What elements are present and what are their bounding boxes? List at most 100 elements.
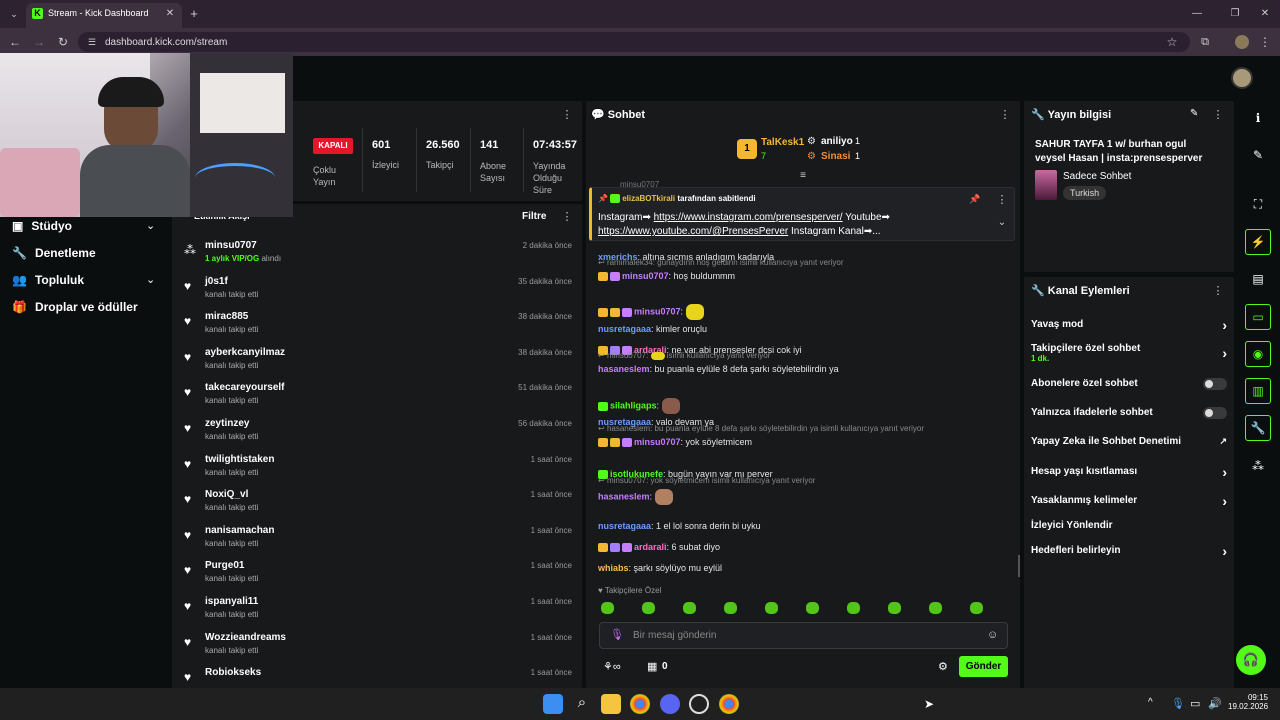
chat-message[interactable]: minsu0707: yok söyletmicem xyxy=(598,437,1014,448)
activity-menu-icon[interactable]: ⋮ xyxy=(562,210,573,223)
close-window-icon[interactable]: ✕ xyxy=(1258,6,1272,20)
site-info-icon[interactable]: ☰ xyxy=(86,36,98,48)
account-age-row[interactable]: Hesap yaşı kısıtlaması › xyxy=(1031,464,1227,480)
clock[interactable]: 09:15 19.02.2026 xyxy=(1228,693,1268,711)
chat-message[interactable]: ardarali: 6 subat diyo xyxy=(598,542,1014,553)
chevron-down-icon[interactable]: ⌄ xyxy=(146,219,155,232)
browser-menu-icon[interactable]: ⋮ xyxy=(1258,35,1272,49)
ai-moderation-row[interactable]: Yapay Zeka ile Sohbet Denetimi ↗ xyxy=(1031,436,1227,447)
chrome-icon[interactable] xyxy=(630,694,650,714)
chat-username[interactable]: silahligaps xyxy=(610,400,657,410)
file-explorer-icon[interactable] xyxy=(601,694,621,714)
emote-bar[interactable] xyxy=(601,602,1013,616)
chat-username[interactable]: nusretagaaa xyxy=(598,324,651,334)
chat-icon[interactable]: ▭ xyxy=(1245,304,1271,330)
chat-message[interactable]: minsu0707: hoş buldummm xyxy=(598,271,1014,282)
close-tab-icon[interactable]: ✕ xyxy=(164,7,176,19)
clipboard-icon[interactable]: ▤ xyxy=(1245,266,1271,292)
support-headset-icon[interactable]: 🎧 xyxy=(1236,645,1266,675)
sidebar-item-community[interactable]: 👥 Topluluk xyxy=(12,273,84,287)
volume-icon[interactable]: 🔊 xyxy=(1208,697,1222,710)
expand-pinned-icon[interactable]: ⌄ xyxy=(997,216,1007,228)
stats-menu-icon[interactable]: ⋮ xyxy=(562,108,573,121)
layout-icon[interactable]: ▥ xyxy=(1245,378,1271,404)
activity-username[interactable]: NoxiQ_vl xyxy=(205,489,248,500)
activity-username[interactable]: zeytinzey xyxy=(205,418,249,429)
goals-row[interactable]: Hedefleri belirleyin › xyxy=(1031,543,1227,559)
reply-context[interactable]: ↩ minsu0707: yok söyletmicem isimli kull… xyxy=(598,476,1014,485)
filter-button[interactable]: Filtre xyxy=(522,211,546,222)
broadcast-icon[interactable]: ◉ xyxy=(1245,341,1271,367)
search-icon[interactable]: ⌕ xyxy=(572,694,592,714)
lightning-icon[interactable]: ⚡ xyxy=(1245,229,1271,255)
multistream-label[interactable]: Çoklu Yayın xyxy=(313,164,353,188)
pinned-menu-icon[interactable]: ⋮ xyxy=(997,193,1008,206)
reply-context[interactable]: ↩ minsu0707: isimli kullanıcıya yanıt ve… xyxy=(598,351,1014,360)
activity-icon[interactable]: ⁂ xyxy=(1245,453,1271,479)
channel-actions-menu-icon[interactable]: ⋮ xyxy=(1213,284,1224,297)
user-avatar[interactable] xyxy=(1231,67,1253,89)
chat-username[interactable]: minsu0707 xyxy=(634,437,681,447)
emotes-only-toggle[interactable] xyxy=(1203,407,1227,419)
chat-message[interactable]: hasaneslem: bu puanla eylüle 8 defa şark… xyxy=(598,364,1014,374)
info-icon[interactable]: ℹ xyxy=(1245,105,1271,131)
reply-context[interactable]: ↩ hasaneslem: bu puanla eylüle 8 defa şa… xyxy=(598,424,1014,433)
unpin-icon[interactable]: 📌 xyxy=(969,193,980,205)
banned-words-row[interactable]: Yasaklanmış kelimeler › xyxy=(1031,493,1227,509)
discord-icon[interactable] xyxy=(660,694,680,714)
focus-icon[interactable]: ⛶ xyxy=(1245,191,1271,217)
send-button[interactable]: Gönder xyxy=(959,656,1008,677)
leader-name[interactable]: Sinasi xyxy=(821,151,850,162)
bookmark-star-icon[interactable]: ☆ xyxy=(1165,35,1179,49)
emoji-icon[interactable]: ☺ xyxy=(987,629,998,641)
windows-start-icon[interactable] xyxy=(543,694,563,714)
address-bar[interactable] xyxy=(78,32,1190,52)
edit-icon[interactable]: ✎ xyxy=(1245,142,1271,168)
activity-username[interactable]: ispanyali11 xyxy=(205,596,258,607)
chat-username[interactable]: minsu0707 xyxy=(634,306,681,316)
chrome-profile-icon[interactable] xyxy=(719,694,739,714)
youtube-link[interactable]: https://www.youtube.com/@PrensesPerver xyxy=(598,226,788,237)
chat-scrollbar[interactable] xyxy=(1018,555,1020,577)
leader-name[interactable]: TalKesk1 xyxy=(761,137,804,148)
chat-settings-gear-icon[interactable]: ⚙ xyxy=(938,660,948,673)
activity-username[interactable]: j0s1f xyxy=(205,276,228,287)
chat-username[interactable]: nusretagaaa xyxy=(598,521,651,531)
activity-username[interactable]: Robiokseks xyxy=(205,667,261,678)
activity-username[interactable]: Wozzieandreams xyxy=(205,632,286,643)
leader-name[interactable]: aniliyo xyxy=(821,136,853,147)
sidebar-item-studio[interactable]: ▣ Stüdyo xyxy=(12,219,72,233)
instagram-link[interactable]: https://www.instagram.com/prensesperver/ xyxy=(654,212,843,223)
tools-icon[interactable]: 🔧 xyxy=(1245,415,1271,441)
chat-username[interactable]: ardarali xyxy=(634,542,667,552)
followers-only-row[interactable]: Takipçilere özel sohbet 1 dk. › xyxy=(1031,343,1227,363)
raid-row[interactable]: İzleyici Yönlendir xyxy=(1031,520,1227,531)
slow-mode-row[interactable]: Yavaş mod › xyxy=(1031,317,1227,333)
chat-username[interactable]: hasaneslem xyxy=(598,364,650,374)
chat-message[interactable]: whiabs: şarkı söylüyo mu eylül xyxy=(598,563,1014,573)
chat-username[interactable]: hasaneslem xyxy=(598,491,650,501)
mic-tray-icon[interactable]: 🎙 xyxy=(1171,697,1185,710)
sidebar-item-moderation[interactable]: 🔧 Denetleme xyxy=(12,246,96,260)
activity-username[interactable]: mirac885 xyxy=(205,311,248,322)
edit-pencil-icon[interactable]: ✎ xyxy=(1190,108,1198,119)
chevron-down-icon[interactable]: ⌄ xyxy=(146,273,155,286)
expand-leaderboard-icon[interactable]: ≡ xyxy=(796,169,810,181)
minimize-icon[interactable]: — xyxy=(1190,6,1204,20)
profile-avatar[interactable] xyxy=(1235,35,1249,49)
subs-only-toggle[interactable] xyxy=(1203,378,1227,390)
mic-icon[interactable]: 🎙 xyxy=(610,628,624,641)
activity-username[interactable]: nanisamachan xyxy=(205,525,274,536)
stream-info-menu-icon[interactable]: ⋮ xyxy=(1213,108,1224,121)
points-infinity-icon[interactable]: ⚘∞ xyxy=(603,660,621,673)
store-icon[interactable]: ▦ xyxy=(647,660,657,673)
activity-username[interactable]: twilightistaken xyxy=(205,454,274,465)
tray-chevron-icon[interactable]: ^ xyxy=(1148,697,1153,708)
activity-username[interactable]: Purge01 xyxy=(205,560,244,571)
obs-icon[interactable] xyxy=(689,694,709,714)
back-icon[interactable]: ← xyxy=(8,35,22,49)
chat-message[interactable]: nusretagaaa: kimler oruçlu xyxy=(598,324,1014,334)
chat-message[interactable]: silahligaps: xyxy=(598,398,1014,414)
sidebar-item-drops[interactable]: 🎁 Droplar ve ödüller xyxy=(12,300,138,314)
activity-username[interactable]: minsu0707 xyxy=(205,240,257,251)
